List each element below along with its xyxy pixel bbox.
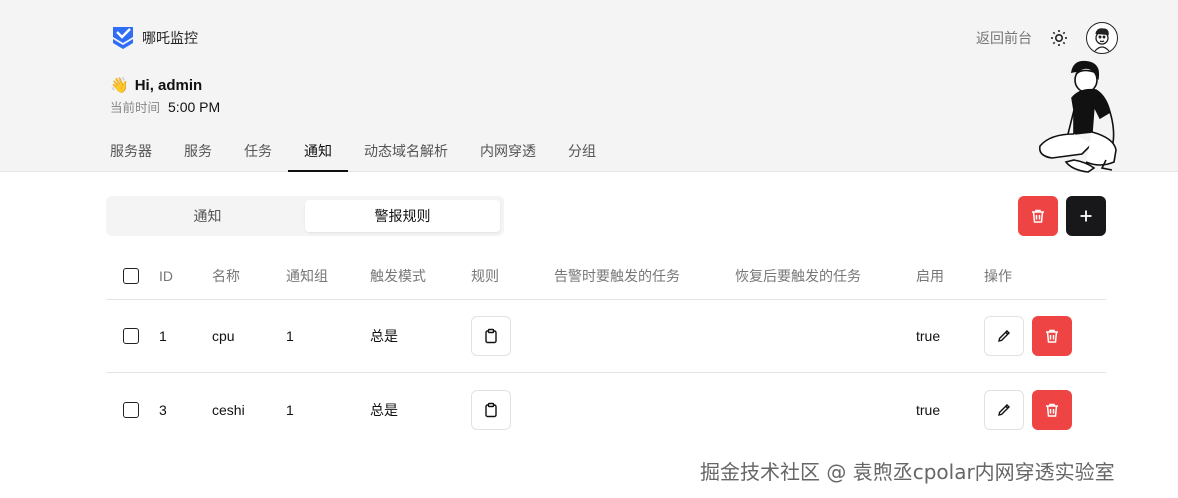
tab-servers[interactable]: 服务器 [94,132,168,172]
table-row: 1 cpu 1 总是 true [106,300,1106,373]
trash-icon [1046,329,1058,343]
greeting: 👋 Hi, admin [110,76,203,95]
header-recover-task: 恢复后要触发的任务 [735,267,861,284]
row-id: 1 [159,328,167,344]
table-header-row: ID 名称 通知组 触发模式 规则 告警时要触发的任务 恢复后要触发的任务 启用… [106,252,1106,300]
notification-segment-control: 通知 警报规则 [106,196,504,236]
sitting-person-illustration [1038,60,1117,173]
view-rules-button[interactable] [471,316,511,356]
row-name: ceshi [212,401,245,418]
header-trigger-mode: 触发模式 [370,267,426,284]
current-time-label: 当前时间 [110,101,161,115]
tab-ddns[interactable]: 动态域名解析 [348,132,464,172]
top-header: 哪吒监控 返回前台 👋 Hi, admin 当前时间 5:00 PM 服务器 服… [0,0,1178,172]
select-all-checkbox[interactable] [123,267,139,284]
header-name: 名称 [212,267,240,284]
tab-nat[interactable]: 内网穿透 [464,132,552,172]
plus-icon [1080,210,1092,222]
header-actions: 返回前台 [976,22,1118,54]
segment-alert-rules[interactable]: 警报规则 [305,200,500,232]
wave-emoji: 👋 [110,77,129,94]
alert-rules-table: ID 名称 通知组 触发模式 规则 告警时要触发的任务 恢复后要触发的任务 启用… [106,252,1106,446]
row-checkbox[interactable] [123,401,139,418]
segment-notifications[interactable]: 通知 [110,200,305,232]
row-enabled: true [916,401,941,418]
header-fail-task: 告警时要触发的任务 [554,267,680,284]
brand[interactable]: 哪吒监控 [112,26,198,50]
row-enabled: true [916,328,941,344]
logo-icon [113,27,133,49]
avatar[interactable] [1086,22,1118,54]
row-id: 3 [159,401,167,418]
tab-groups[interactable]: 分组 [552,132,612,172]
tab-services[interactable]: 服务 [168,132,228,172]
trash-icon [1046,403,1058,417]
delete-button[interactable] [1032,316,1072,356]
table-row: 3 ceshi 1 总是 true [106,373,1106,446]
row-trigger-mode: 总是 [370,401,398,418]
brand-name: 哪吒监控 [142,30,198,46]
pencil-icon [998,403,1010,416]
current-time-value: 5:00 PM [168,99,221,115]
delete-selected-button[interactable] [1018,196,1058,236]
view-rules-button[interactable] [471,389,511,430]
tab-tasks[interactable]: 任务 [228,132,288,172]
pencil-icon [998,330,1010,342]
row-group: 1 [286,328,294,344]
row-checkbox[interactable] [123,328,139,344]
edit-button[interactable] [984,316,1024,356]
current-time: 当前时间 5:00 PM [110,97,220,116]
clipboard-icon [485,402,497,417]
header-enabled: 启用 [916,267,944,284]
avatar-face-icon [1094,28,1110,52]
trash-icon [1032,209,1044,223]
header-actions: 操作 [984,267,1012,284]
header-rules: 规则 [471,267,499,284]
main-tabs: 服务器 服务 任务 通知 动态域名解析 内网穿透 分组 [94,132,612,172]
sun-icon[interactable] [1050,29,1068,47]
header-id: ID [159,267,173,284]
row-group: 1 [286,401,294,418]
row-trigger-mode: 总是 [370,328,398,344]
add-rule-button[interactable] [1066,196,1106,236]
tab-notifications[interactable]: 通知 [288,132,348,172]
edit-button[interactable] [984,389,1024,430]
watermark: 掘金技术社区 @ 袁煦丞cpolar内网穿透实验室 [700,460,1115,484]
delete-button[interactable] [1032,389,1072,430]
clipboard-icon [485,328,497,344]
row-name: cpu [212,328,235,344]
header-notification-group: 通知组 [286,267,328,284]
greeting-text: Hi, admin [134,76,203,94]
back-to-frontend-link[interactable]: 返回前台 [976,28,1032,48]
